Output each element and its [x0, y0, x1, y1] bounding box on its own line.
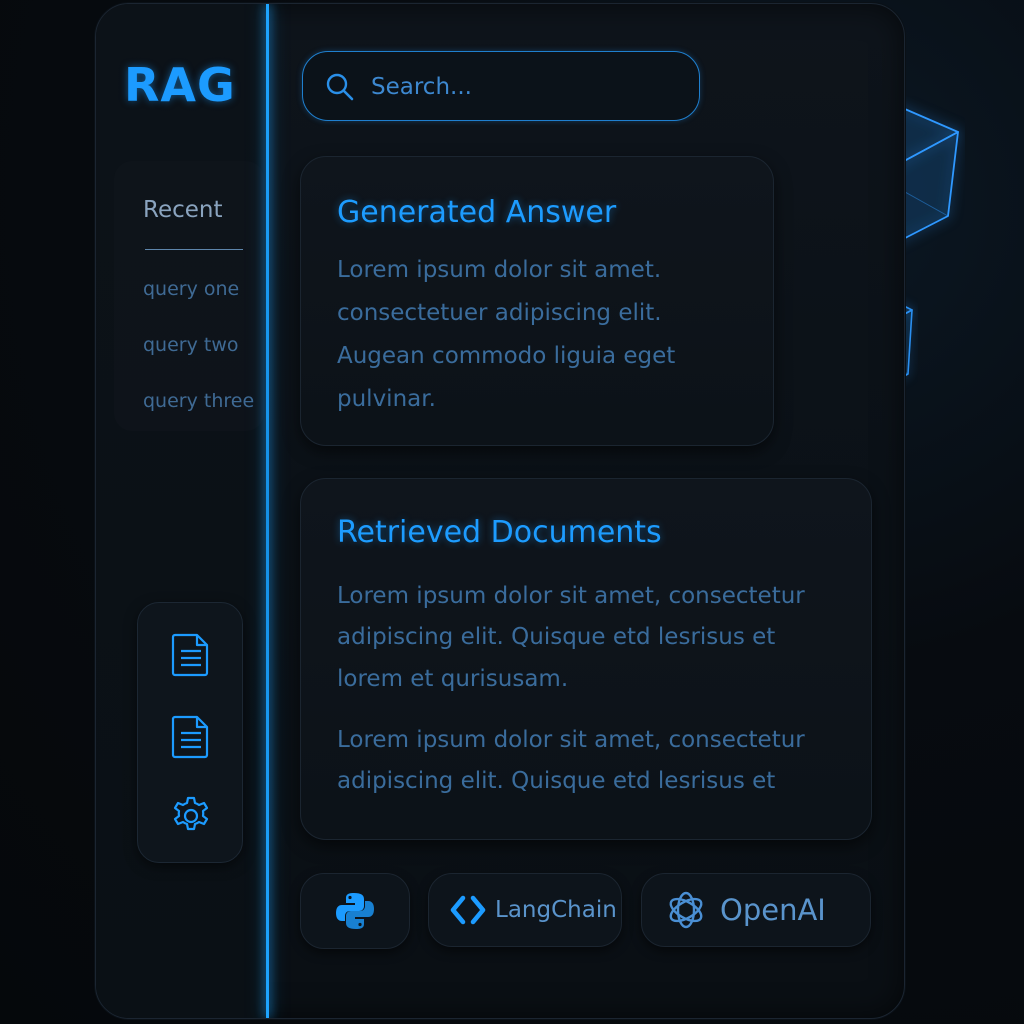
langchain-label: LangChain — [495, 897, 617, 923]
document-icon[interactable] — [168, 713, 214, 759]
generated-answer-card: Generated Answer Lorem ipsum dolor sit a… — [300, 156, 774, 446]
document-line: Lorem ipsum dolor sit amet, consectetur — [337, 727, 805, 753]
recent-title: Recent — [143, 197, 223, 223]
document-line: Lorem ipsum dolor sit amet, consectetur — [337, 583, 805, 609]
openai-icon — [669, 891, 703, 929]
document-line: lorem et qurisusam. — [337, 666, 569, 692]
python-icon — [336, 893, 374, 929]
app-window: RAG Recent query one query two query thr… — [95, 3, 905, 1019]
langchain-button[interactable]: LangChain — [428, 873, 622, 947]
sidebar: RAG Recent query one query two query thr… — [96, 4, 267, 1018]
retrieved-documents-card: Retrieved Documents Lorem ipsum dolor si… — [300, 478, 872, 840]
recent-query-one[interactable]: query one — [143, 278, 239, 300]
recent-query-three[interactable]: query three — [143, 390, 254, 412]
search-bar[interactable] — [302, 51, 700, 121]
tool-panel — [137, 602, 243, 863]
answer-line: Augean commodo liguia eget — [337, 343, 676, 369]
search-input[interactable] — [369, 66, 683, 108]
document-line: adipiscing elit. Quisque etd lesrisus et — [337, 624, 776, 650]
retrieved-documents-title: Retrieved Documents — [337, 515, 662, 550]
sidebar-divider — [266, 4, 269, 1018]
recent-divider — [145, 249, 243, 250]
app-logo: RAG — [124, 58, 236, 112]
python-button[interactable] — [300, 873, 410, 949]
recent-query-two[interactable]: query two — [143, 334, 239, 356]
gear-icon[interactable] — [168, 793, 214, 839]
generated-answer-title: Generated Answer — [337, 195, 617, 230]
openai-button[interactable]: OpenAI — [641, 873, 871, 947]
openai-label: OpenAI — [720, 893, 826, 927]
search-icon — [326, 73, 354, 101]
langchain-icon — [450, 895, 486, 925]
document-icon[interactable] — [168, 631, 214, 677]
answer-line: pulvinar. — [337, 386, 436, 412]
answer-line: Lorem ipsum dolor sit amet. — [337, 257, 662, 283]
answer-line: consectetuer adipiscing elit. — [337, 300, 662, 326]
document-line: adipiscing elit. Quisque etd lesrisus et — [337, 768, 776, 794]
